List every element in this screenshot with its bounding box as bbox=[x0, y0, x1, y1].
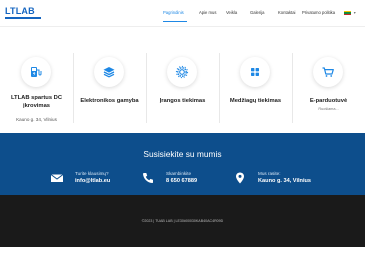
service-card-medziagu-tiekimas[interactable]: Medžiagų tiekimas bbox=[219, 45, 292, 130]
nav-item-apie-mus[interactable]: Apie mus bbox=[199, 10, 216, 15]
contact-value[interactable]: info@ltlab.eu bbox=[75, 178, 110, 184]
gear-icon bbox=[167, 57, 197, 87]
contact-label: Turite klausimų? bbox=[75, 171, 109, 176]
service-title: E-parduotuvė bbox=[309, 98, 348, 104]
layers-icon bbox=[94, 57, 124, 87]
main-nav: Pagrindinis Apie mus Veikla Galerija Kon… bbox=[0, 10, 365, 18]
nav-item-kontaktai[interactable]: Kontaktai bbox=[278, 10, 295, 15]
nav-item-veikla[interactable]: Veikla bbox=[226, 10, 237, 15]
service-card-irangos-tiekimas[interactable]: Įrangos tiekimas bbox=[146, 45, 219, 130]
map-pin-icon bbox=[234, 171, 246, 184]
page-bottom bbox=[0, 247, 365, 274]
site-header: LTLAB Pagrindinis Apie mus Veikla Galeri… bbox=[0, 0, 365, 26]
service-card-elektronikos-gamyba[interactable]: Elektronikos gamyba bbox=[73, 45, 146, 130]
chevron-down-icon[interactable]: ▼ bbox=[353, 11, 356, 15]
nav-item-galerija[interactable]: Galerija bbox=[250, 10, 264, 15]
grid-icon bbox=[240, 57, 270, 87]
service-title: Įrangos tiekimas bbox=[159, 98, 206, 104]
nav-item-privatumo-politika[interactable]: Privatumo politika bbox=[302, 10, 335, 15]
service-card-e-parduotuve[interactable]: E-parduotuvė Ruošiama... bbox=[292, 45, 365, 130]
service-card-dc-charging[interactable]: LTLAB spartus DC įkrovimas Kauno g. 34, … bbox=[0, 45, 73, 130]
contact-section: Susisiekite su mumis Turite klausimų? in… bbox=[0, 133, 365, 195]
service-title: LTLAB spartus DC įkrovimas bbox=[10, 95, 63, 109]
copyright-text: ©2023 | TUAB LAB | LE30#00030KAB40AC4R09… bbox=[141, 219, 224, 223]
contact-label: Skambinkite bbox=[166, 171, 192, 176]
active-nav-indicator bbox=[163, 21, 187, 22]
services-section: LTLAB spartus DC įkrovimas Kauno g. 34, … bbox=[0, 45, 365, 130]
ev-charger-icon bbox=[21, 57, 51, 87]
contact-title: Susisiekite su mumis bbox=[143, 149, 222, 159]
contact-label: Mus rasite: bbox=[258, 171, 281, 176]
nav-item-pagrindinis[interactable]: Pagrindinis bbox=[163, 10, 184, 15]
envelope-icon bbox=[50, 171, 64, 183]
service-title: Elektronikos gamyba bbox=[80, 98, 139, 104]
contact-value[interactable]: 8 650 67889 bbox=[166, 178, 197, 184]
service-subtitle: Ruošiama... bbox=[318, 107, 339, 111]
service-subtitle: Kauno g. 34, Vilnius bbox=[16, 117, 57, 122]
lithuania-flag-icon[interactable] bbox=[344, 11, 351, 15]
contact-value: Kauno g. 34, Vilnius bbox=[258, 178, 312, 184]
site-footer: ©2023 | TUAB LAB | LE30#00030KAB40AC4R09… bbox=[0, 195, 365, 247]
phone-icon bbox=[142, 171, 154, 183]
header-divider bbox=[0, 26, 365, 27]
shopping-cart-icon bbox=[313, 57, 343, 87]
service-title: Medžiagų tiekimas bbox=[229, 98, 282, 104]
